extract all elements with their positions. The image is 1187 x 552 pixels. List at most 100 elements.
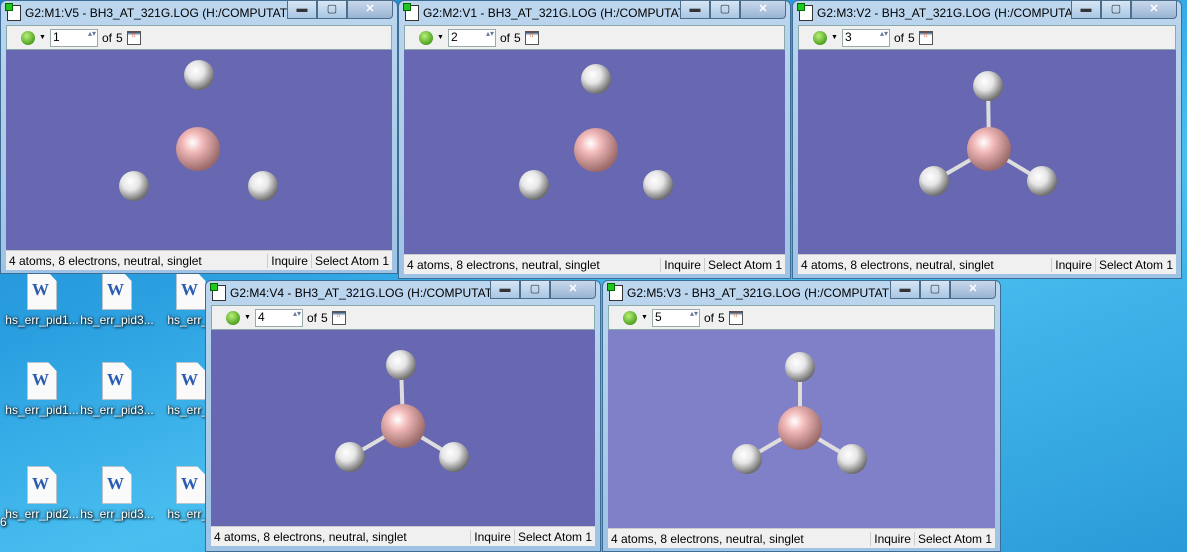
minimize-button[interactable]: ▬: [1071, 0, 1101, 19]
word-doc-icon: W: [102, 362, 132, 400]
select-atom-mode[interactable]: Select Atom 1: [310, 253, 392, 268]
dropdown-arrow-icon[interactable]: ▼: [831, 34, 838, 41]
word-doc-icon: W: [176, 466, 206, 504]
boron-atom[interactable]: [574, 128, 618, 172]
molecule-viewport[interactable]: [798, 50, 1176, 254]
hydrogen-atom[interactable]: [581, 64, 611, 94]
inquire-mode[interactable]: Inquire: [267, 253, 311, 268]
hydrogen-atom[interactable]: [184, 60, 214, 90]
hydrogen-atom[interactable]: [1027, 166, 1057, 196]
maximize-button[interactable]: ▢: [1101, 0, 1131, 19]
frames-icon[interactable]: ⁞⁞: [126, 30, 141, 45]
title-bar[interactable]: G2:M4:V4 - BH3_AT_321G.LOG (H:/COMPUTATI…: [210, 280, 596, 305]
molecule-viewport[interactable]: [608, 330, 995, 528]
hydrogen-atom[interactable]: [837, 444, 867, 474]
window-title: G2:M1:V5 - BH3_AT_321G.LOG (H:/COMPUTATI…: [25, 6, 301, 20]
inquire-mode[interactable]: Inquire: [870, 531, 914, 546]
minimize-button[interactable]: ▬: [287, 0, 317, 19]
desktop-icon[interactable]: Whs_err_pid1...: [4, 272, 80, 327]
hydrogen-atom[interactable]: [643, 170, 673, 200]
green-ball-icon[interactable]: [813, 30, 827, 45]
app-icon: [210, 283, 226, 301]
hydrogen-atom[interactable]: [973, 71, 1003, 101]
frame-spinner[interactable]: 1: [49, 28, 98, 47]
close-button[interactable]: ✕: [740, 0, 786, 19]
frame-spinner[interactable]: 5: [651, 308, 700, 327]
frames-icon[interactable]: ⁞⁞: [918, 30, 933, 45]
boron-atom[interactable]: [778, 406, 822, 450]
desktop-icon[interactable]: Whs_err_pid3...: [79, 466, 155, 521]
molecule-window-5[interactable]: G2:M5:V3 - BH3_AT_321G.LOG (H:/COMPUTATI…: [602, 280, 1001, 552]
hydrogen-atom[interactable]: [785, 352, 815, 382]
frames-icon[interactable]: ⁞⁞: [524, 30, 539, 45]
minimize-button[interactable]: ▬: [490, 280, 520, 299]
desktop-icon[interactable]: Whs_err_pid3...: [79, 362, 155, 417]
molecule-window-3[interactable]: G2:M3:V2 - BH3_AT_321G.LOG (H:/COMPUTAT.…: [792, 0, 1182, 279]
frame-spinner[interactable]: 2: [447, 28, 496, 47]
of-label: of: [499, 30, 510, 45]
title-bar[interactable]: G2:M3:V2 - BH3_AT_321G.LOG (H:/COMPUTAT.…: [797, 0, 1177, 25]
inquire-mode[interactable]: Inquire: [1051, 257, 1095, 272]
title-bar[interactable]: G2:M2:V1 - BH3_AT_321G.LOG (H:/COMPUTATI…: [403, 0, 786, 25]
dropdown-arrow-icon[interactable]: ▼: [641, 314, 648, 321]
hydrogen-atom[interactable]: [119, 171, 149, 201]
desktop-icon[interactable]: Whs_err_pid1...: [4, 362, 80, 417]
molecule-viewport[interactable]: [211, 330, 595, 526]
green-ball-icon[interactable]: [226, 310, 240, 325]
close-button[interactable]: ✕: [550, 280, 596, 299]
minimize-button[interactable]: ▬: [890, 280, 920, 299]
select-atom-mode[interactable]: Select Atom 1: [1094, 257, 1176, 272]
green-ball-icon[interactable]: [419, 30, 433, 45]
inquire-mode[interactable]: Inquire: [660, 257, 704, 272]
boron-atom[interactable]: [381, 404, 425, 448]
hydrogen-atom[interactable]: [386, 350, 416, 380]
status-text: 4 atoms, 8 electrons, neutral, singlet: [9, 253, 202, 268]
hydrogen-atom[interactable]: [732, 444, 762, 474]
desktop-icon[interactable]: Whs_err_pid3...: [79, 272, 155, 327]
inquire-mode[interactable]: Inquire: [470, 529, 514, 544]
molecule-viewport[interactable]: [6, 50, 392, 250]
frames-icon[interactable]: ⁞⁞: [331, 310, 346, 325]
word-doc-icon: W: [27, 362, 57, 400]
select-atom-mode[interactable]: Select Atom 1: [913, 531, 995, 546]
molecule-window-1[interactable]: G2:M1:V5 - BH3_AT_321G.LOG (H:/COMPUTATI…: [0, 0, 398, 274]
total-frames: 5: [320, 310, 328, 325]
desktop-icon-label-partial[interactable]: 6: [0, 515, 7, 529]
boron-atom[interactable]: [967, 127, 1011, 171]
molecule-window-2[interactable]: G2:M2:V1 - BH3_AT_321G.LOG (H:/COMPUTATI…: [398, 0, 791, 279]
maximize-button[interactable]: ▢: [920, 280, 950, 299]
maximize-button[interactable]: ▢: [520, 280, 550, 299]
select-atom-mode[interactable]: Select Atom 1: [703, 257, 785, 272]
desktop-icon[interactable]: Whs_err_pid2...: [4, 466, 80, 521]
hydrogen-atom[interactable]: [335, 442, 365, 472]
word-doc-icon: W: [27, 466, 57, 504]
close-button[interactable]: ✕: [1131, 0, 1177, 19]
close-button[interactable]: ✕: [347, 0, 393, 19]
green-ball-icon[interactable]: [623, 310, 637, 325]
total-frames: 5: [907, 30, 915, 45]
hydrogen-atom[interactable]: [519, 170, 549, 200]
close-button[interactable]: ✕: [950, 280, 996, 299]
dropdown-arrow-icon[interactable]: ▼: [437, 34, 444, 41]
frame-spinner[interactable]: 4: [254, 308, 303, 327]
frame-spinner[interactable]: 3: [841, 28, 890, 47]
boron-atom[interactable]: [176, 127, 220, 171]
hydrogen-atom[interactable]: [439, 442, 469, 472]
maximize-button[interactable]: ▢: [710, 0, 740, 19]
frames-icon[interactable]: ⁞⁞: [728, 310, 743, 325]
of-label: of: [703, 310, 714, 325]
title-bar[interactable]: G2:M1:V5 - BH3_AT_321G.LOG (H:/COMPUTATI…: [5, 0, 393, 25]
select-atom-mode[interactable]: Select Atom 1: [513, 529, 595, 544]
hydrogen-atom[interactable]: [248, 171, 278, 201]
green-ball-icon[interactable]: [21, 30, 35, 45]
maximize-button[interactable]: ▢: [317, 0, 347, 19]
of-label: of: [893, 30, 904, 45]
total-frames: 5: [513, 30, 521, 45]
dropdown-arrow-icon[interactable]: ▼: [39, 34, 46, 41]
hydrogen-atom[interactable]: [919, 166, 949, 196]
dropdown-arrow-icon[interactable]: ▼: [244, 314, 251, 321]
minimize-button[interactable]: ▬: [680, 0, 710, 19]
title-bar[interactable]: G2:M5:V3 - BH3_AT_321G.LOG (H:/COMPUTATI…: [607, 280, 996, 305]
molecule-window-4[interactable]: G2:M4:V4 - BH3_AT_321G.LOG (H:/COMPUTATI…: [205, 280, 601, 552]
molecule-viewport[interactable]: [404, 50, 785, 254]
